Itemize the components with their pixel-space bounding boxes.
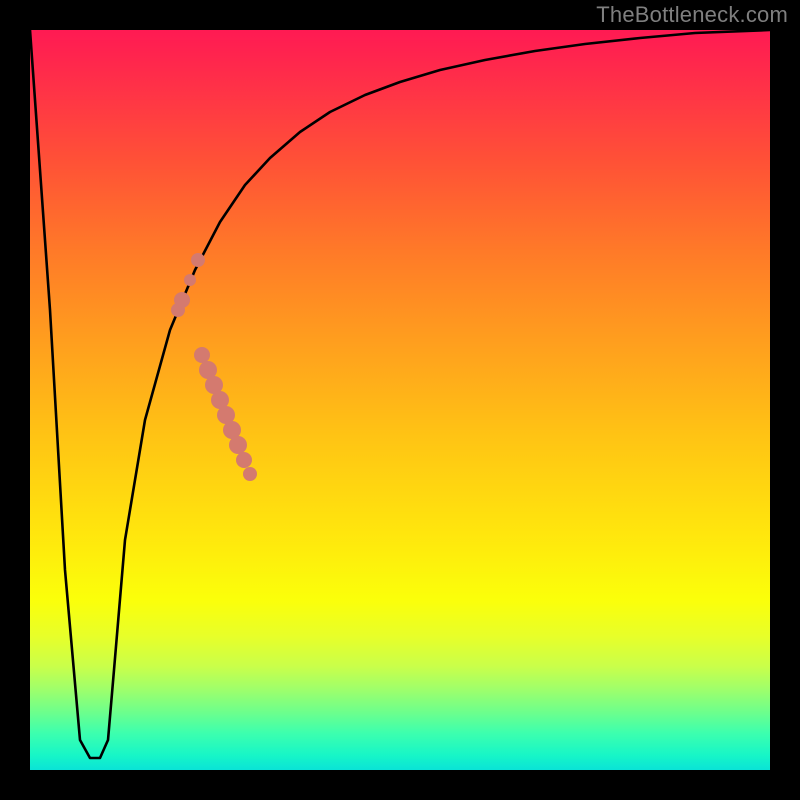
chart-frame: TheBottleneck.com — [0, 0, 800, 800]
marker-group — [171, 253, 257, 481]
data-marker — [191, 253, 205, 267]
data-marker — [174, 292, 190, 308]
plot-area — [30, 30, 770, 770]
bottleneck-curve — [30, 30, 770, 758]
data-marker — [184, 274, 196, 286]
data-marker — [229, 436, 247, 454]
curve-svg — [30, 30, 770, 770]
data-marker — [236, 452, 252, 468]
data-marker — [243, 467, 257, 481]
data-marker — [194, 347, 210, 363]
attribution-text: TheBottleneck.com — [596, 2, 788, 28]
